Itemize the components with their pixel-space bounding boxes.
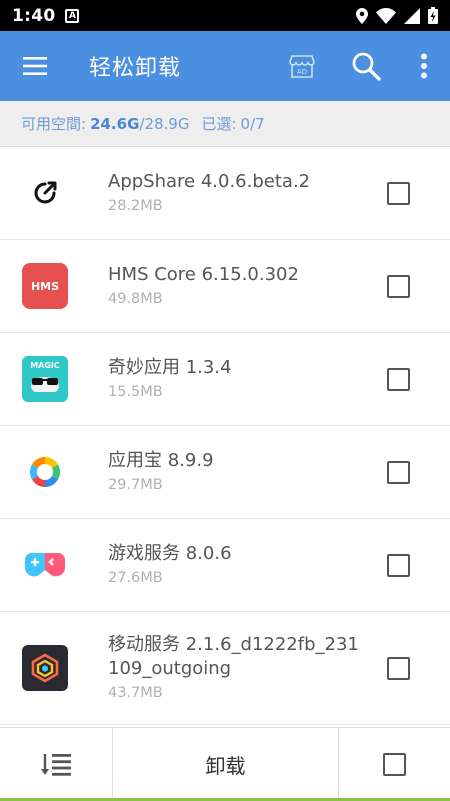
uninstall-button[interactable]: 卸载 xyxy=(113,728,339,801)
app-bar: 轻松卸载 AD xyxy=(0,31,450,101)
magic-logo-text: MAGIC xyxy=(30,361,60,370)
search-icon xyxy=(352,52,381,81)
game-service-icon xyxy=(22,542,68,588)
sort-list-icon xyxy=(41,753,71,776)
notification-icon: A xyxy=(65,8,80,23)
app-row[interactable]: HMS HMS Core 6.15.0.302 49.8MB xyxy=(0,240,450,333)
app-checkbox[interactable] xyxy=(387,553,410,577)
selected-count: 0/7 xyxy=(240,114,265,133)
sort-button[interactable] xyxy=(0,728,113,801)
ad-store-icon: AD xyxy=(289,55,315,78)
app-row[interactable]: 应用宝 8.9.9 29.7MB xyxy=(0,426,450,519)
app-name: AppShare 4.0.6.beta.2 xyxy=(108,171,311,192)
app-name: 移动服务 2.1.6_d1222fb_231109_outgoing xyxy=(108,634,359,679)
app-checkbox[interactable] xyxy=(387,460,410,484)
app-info: AppShare 4.0.6.beta.2 28.2MB xyxy=(108,170,358,216)
app-name: 游戏服务 8.0.6 xyxy=(108,543,232,564)
app-checkbox[interactable] xyxy=(387,367,410,391)
app-info: 奇妙应用 1.3.4 15.5MB xyxy=(108,356,358,402)
selected-label: 已選: xyxy=(201,115,237,133)
status-indicators xyxy=(356,7,438,24)
app-name: 奇妙应用 1.3.4 xyxy=(108,357,232,378)
app-name: 应用宝 8.9.9 xyxy=(108,450,214,471)
app-title: 轻松卸载 xyxy=(89,56,182,81)
available-label: 可用空間: xyxy=(21,115,87,133)
app-row[interactable]: 游戏服务 8.0.6 27.6MB xyxy=(0,519,450,612)
app-size: 49.8MB xyxy=(108,291,163,307)
app-info: HMS Core 6.15.0.302 49.8MB xyxy=(108,263,358,309)
yingyongbao-icon xyxy=(22,449,68,495)
app-size: 29.7MB xyxy=(108,477,163,493)
status-bar: 1:40 A xyxy=(0,0,450,31)
app-checkbox[interactable] xyxy=(387,181,410,205)
app-row[interactable]: 移动服务 2.1.6_d1222fb_231109_outgoing 43.7M… xyxy=(0,612,450,725)
app-checkbox[interactable] xyxy=(387,274,410,298)
ad-store-button[interactable]: AD xyxy=(270,31,334,101)
location-icon xyxy=(356,7,368,24)
hms-logo-text: HMS xyxy=(30,279,60,293)
signal-icon xyxy=(404,7,420,24)
ad-label: AD xyxy=(297,68,307,76)
more-vert-icon xyxy=(421,53,427,79)
wifi-icon xyxy=(376,7,396,24)
magic-app-icon: MAGIC xyxy=(22,356,68,402)
app-row[interactable]: MAGIC 奇妙应用 1.3.4 15.5MB xyxy=(0,333,450,426)
storage-info: 可用空間: 24.6G /28.9G 已選: 0/7 xyxy=(0,101,450,147)
app-row[interactable]: AppShare 4.0.6.beta.2 28.2MB xyxy=(0,147,450,240)
more-options-button[interactable] xyxy=(398,31,450,101)
select-all-box xyxy=(383,753,406,776)
app-name: HMS Core 6.15.0.302 xyxy=(108,264,299,285)
app-size: 27.6MB xyxy=(108,570,163,586)
app-info: 移动服务 2.1.6_d1222fb_231109_outgoing 43.7M… xyxy=(108,633,368,703)
app-size: 15.5MB xyxy=(108,384,163,400)
available-space: 24.6G xyxy=(90,114,140,133)
app-info: 应用宝 8.9.9 29.7MB xyxy=(108,449,358,495)
battery-icon xyxy=(428,7,438,24)
select-all-checkbox[interactable] xyxy=(339,728,450,801)
appshare-icon xyxy=(22,170,68,216)
search-button[interactable] xyxy=(334,31,398,101)
mobile-service-icon xyxy=(22,645,68,691)
hms-core-icon: HMS xyxy=(22,263,68,309)
app-size: 28.2MB xyxy=(108,198,163,214)
menu-button[interactable] xyxy=(0,31,70,101)
app-size: 43.7MB xyxy=(108,685,163,701)
bottom-action-bar: 卸载 xyxy=(0,727,450,801)
status-time: 1:40 xyxy=(12,5,56,26)
total-space: /28.9G xyxy=(139,114,190,133)
app-checkbox[interactable] xyxy=(387,656,410,680)
hamburger-menu-icon xyxy=(23,57,47,75)
app-info: 游戏服务 8.0.6 27.6MB xyxy=(108,542,358,588)
app-list: AppShare 4.0.6.beta.2 28.2MB HMS HMS Cor… xyxy=(0,147,450,725)
